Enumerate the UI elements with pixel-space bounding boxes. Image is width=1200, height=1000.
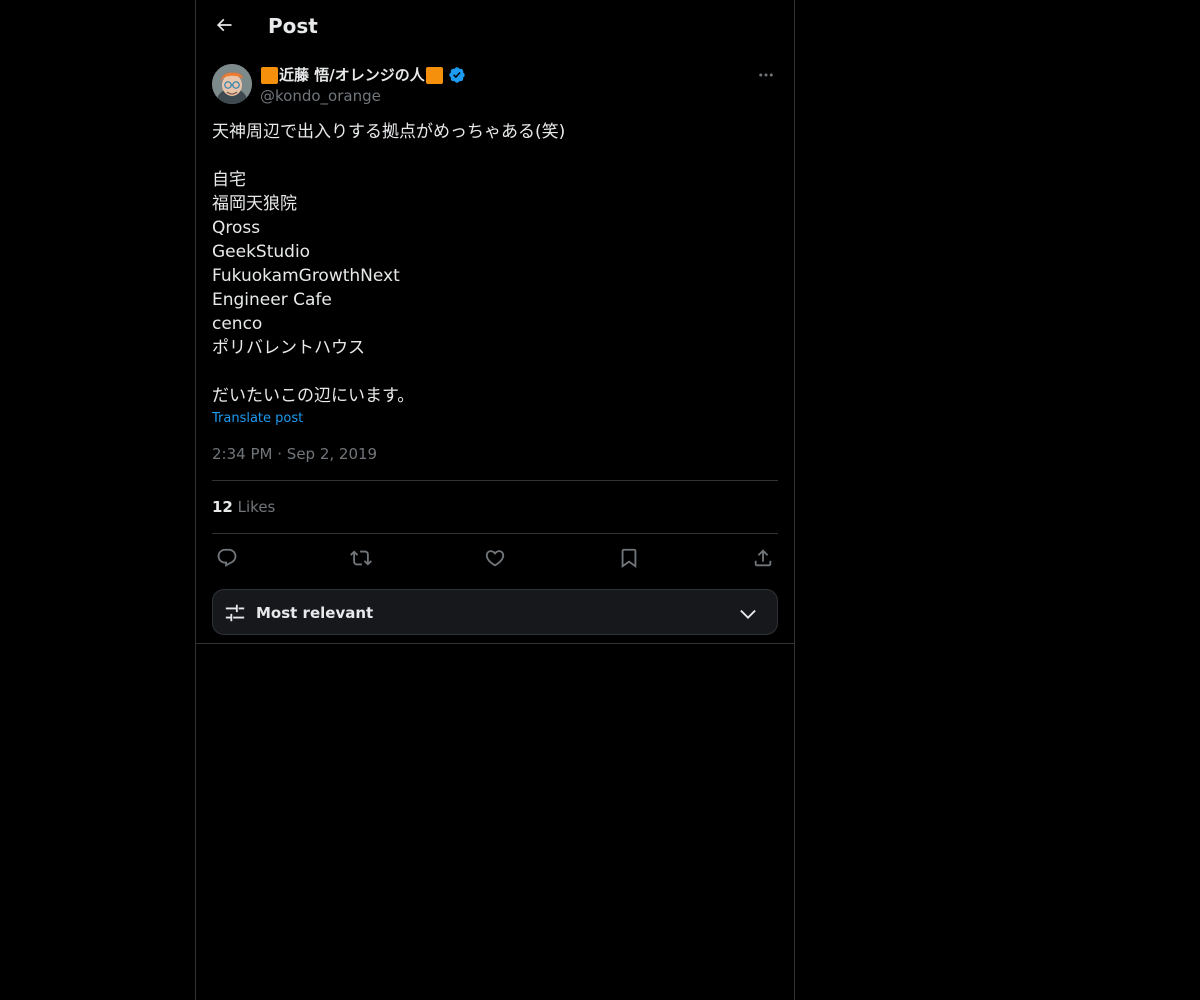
author-names: 近藤 悟/オレンジの人 @kondo_orange [260, 64, 466, 106]
post-timestamp: 2:34 PM · Sep 2, 2019 [212, 444, 377, 464]
avatar[interactable] [212, 64, 252, 104]
heart-icon [485, 550, 505, 567]
page-title: Post [268, 14, 318, 38]
action-bar [212, 544, 778, 572]
reply-button[interactable] [212, 544, 242, 572]
sliders-icon [225, 604, 245, 622]
post-header: Post [196, 0, 794, 53]
likes-label: Likes [237, 498, 276, 516]
author-handle[interactable]: @kondo_orange [260, 86, 466, 106]
display-name: 近藤 悟/オレンジの人 [279, 66, 425, 84]
post-text: 天神周辺で出入りする拠点がめっちゃある(笑) 自宅 福岡天狼院 Qross Ge… [212, 122, 566, 406]
verified-badge-icon [449, 67, 465, 83]
timestamp-separator: · [277, 445, 283, 463]
likes-stat[interactable]: 12 Likes [212, 497, 275, 517]
share-icon [754, 549, 772, 567]
post-date[interactable]: Sep 2, 2019 [287, 445, 377, 463]
section-divider [196, 643, 794, 644]
reply-icon [217, 548, 237, 567]
more-dots-icon [759, 73, 773, 77]
repost-button[interactable] [346, 544, 376, 572]
avatar-image [212, 64, 252, 104]
chevron-down-icon [740, 609, 756, 619]
like-button[interactable] [480, 544, 510, 572]
display-name-link[interactable]: 近藤 悟/オレンジの人 [260, 64, 466, 86]
divider [212, 533, 778, 534]
reply-sort-dropdown[interactable]: Most relevant [212, 589, 778, 635]
post-author: 近藤 悟/オレンジの人 @kondo_orange [212, 64, 778, 108]
sort-label: Most relevant [256, 604, 374, 622]
translate-post-link[interactable]: Translate post [212, 410, 303, 428]
likes-count: 12 [212, 498, 233, 516]
back-button[interactable] [207, 8, 241, 42]
orange-square-icon [425, 66, 443, 84]
arrow-left-icon [216, 18, 232, 32]
bookmark-icon [621, 548, 637, 569]
post-time[interactable]: 2:34 PM [212, 445, 272, 463]
share-button[interactable] [748, 544, 778, 572]
bookmark-button[interactable] [614, 544, 644, 572]
more-options-button[interactable] [754, 64, 778, 86]
divider [212, 480, 778, 481]
orange-square-icon [261, 66, 278, 84]
main-column: Post 近藤 悟/オレンジの人 @kondo_orange 天神周辺で出入りす… [195, 0, 795, 1000]
repost-icon [350, 550, 372, 566]
